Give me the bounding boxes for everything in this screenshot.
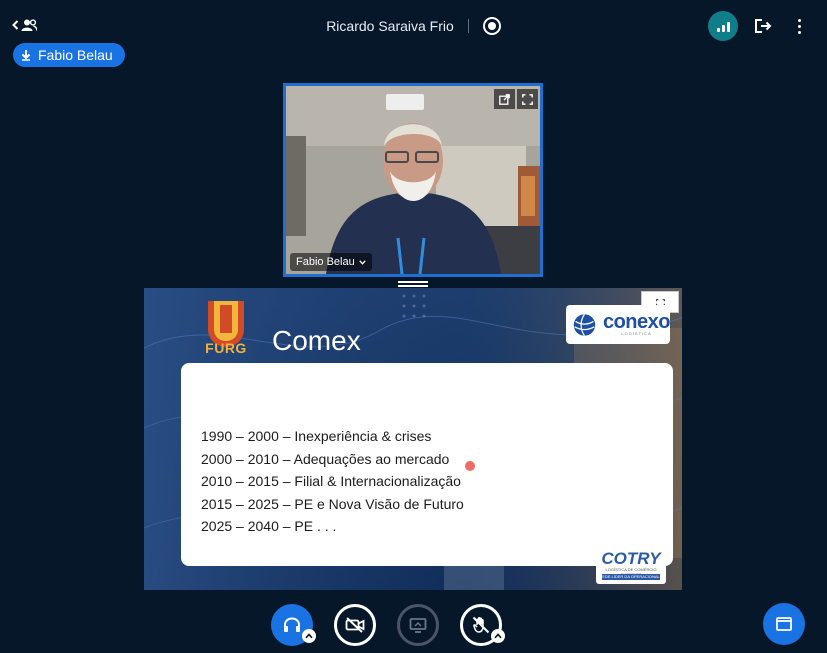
- timeline-list: 1990 – 2000 – Inexperiência & crises 200…: [201, 425, 464, 538]
- hand-off-icon: [472, 616, 490, 634]
- leave-icon[interactable]: [753, 17, 773, 35]
- timeline-item: 1990 – 2000 – Inexperiência & crises: [201, 428, 432, 444]
- meeting-title: Ricardo Saraiva Frio: [326, 18, 454, 34]
- conexo-logo: conexo LOGÍSTICA: [566, 305, 671, 344]
- record-icon[interactable]: [482, 17, 501, 35]
- chevron-up-icon: [494, 633, 502, 639]
- layout-button[interactable]: [763, 603, 805, 645]
- conexo-globe-icon: [573, 313, 596, 336]
- timeline-item: 2000 – 2010 – Adequações ao mercado: [201, 450, 450, 467]
- toggle-user-list-button[interactable]: [12, 14, 38, 36]
- screen-share-button[interactable]: [397, 604, 439, 646]
- raise-hand-options-button[interactable]: [491, 629, 505, 643]
- fullscreen-icon[interactable]: [517, 89, 538, 109]
- conexo-logo-text: conexo: [602, 311, 671, 333]
- users-icon: [21, 19, 37, 31]
- webcam-video-feed: [286, 86, 540, 274]
- cotry-badge: EDE LÍDER DA OPERACIONAL: [602, 574, 660, 580]
- timeline-item: 2025 – 2040 – PE . . .: [201, 518, 337, 534]
- video-button[interactable]: [334, 604, 376, 646]
- timeline-item: 2015 – 2025 – PE e Nova Visão de Futuro: [201, 495, 464, 512]
- presenter-pointer: [465, 461, 475, 471]
- chevron-up-icon: [305, 633, 313, 639]
- screen-share-icon: [409, 618, 427, 633]
- layout-icon: [776, 617, 792, 631]
- title-divider: [467, 19, 469, 33]
- furg-logo-text: FURG: [205, 340, 247, 356]
- webcam-user-name: Fabio Belau: [296, 256, 355, 268]
- presenter-name: Fabio Belau: [38, 47, 113, 63]
- chevron-down-icon: [359, 259, 366, 265]
- presentation-area: FURG Comex conexo LOGÍSTICA 1990 – 2000 …: [144, 288, 682, 590]
- connection-status-icon[interactable]: [708, 11, 738, 41]
- more-vertical-icon[interactable]: [793, 16, 805, 36]
- cotry-logo: COTRY LOGÍSTICA DE COMÉRCIO EXTERIOR EDE…: [596, 544, 666, 584]
- resize-handle[interactable]: [398, 281, 428, 287]
- download-arrow-icon: [21, 50, 31, 61]
- cotry-logo-text: COTRY: [601, 549, 661, 568]
- headphones-icon: [284, 617, 300, 632]
- webcam-user-menu[interactable]: Fabio Belau: [290, 253, 372, 271]
- popout-icon[interactable]: [494, 89, 515, 109]
- slide-title: Comex: [272, 325, 361, 356]
- presenter-badge[interactable]: Fabio Belau: [13, 43, 125, 67]
- chevron-left-icon: [12, 20, 19, 30]
- timeline-item: 2010 – 2015 – Filial & Internacionalizaç…: [201, 473, 461, 489]
- audio-options-button[interactable]: [302, 629, 316, 643]
- slide-content-card: 1990 – 2000 – Inexperiência & crises 200…: [181, 363, 673, 566]
- video-off-icon: [345, 617, 365, 633]
- webcam-tile[interactable]: Fabio Belau: [283, 83, 543, 277]
